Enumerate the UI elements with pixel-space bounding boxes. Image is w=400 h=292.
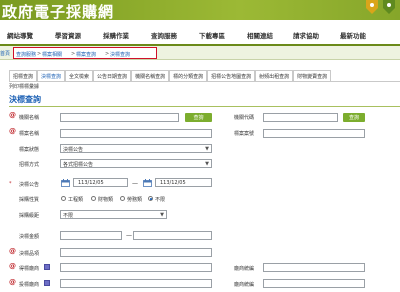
at-icon: @	[9, 111, 16, 119]
breadcrumb-item[interactable]: 查詢服務	[16, 51, 36, 58]
chevron-down-icon: ▼	[205, 146, 209, 152]
breadcrumb-home[interactable]: 首頁	[0, 50, 10, 57]
announce-date-label: 決標公告	[19, 182, 40, 188]
tab-print[interactable]: 列印標標彙據	[9, 82, 43, 90]
nav-item-learning[interactable]: 學習資源	[55, 30, 81, 40]
tab-award-query[interactable]: 決標查詢	[37, 70, 66, 81]
agency-code-input[interactable]	[263, 113, 338, 122]
nav-item-help[interactable]: 請求協助	[293, 30, 319, 40]
section-divider	[9, 106, 400, 107]
winner-id-input[interactable]	[263, 263, 365, 272]
nature-label: 採購性質	[19, 197, 40, 203]
required-icon: *	[9, 181, 12, 187]
amount-max-input[interactable]	[133, 231, 212, 240]
vendor-lookup-icon[interactable]	[44, 280, 50, 286]
site-banner: 政府電子採購網	[0, 0, 400, 22]
radio-any[interactable]	[148, 196, 153, 201]
winner-id-label: 廠商統編	[234, 266, 255, 272]
section-title: 決標查詢	[9, 95, 41, 104]
winner-input[interactable]	[60, 263, 212, 272]
nav-item-site-guide[interactable]: 網站導覽	[7, 30, 33, 40]
agency-name-label: 機關名稱	[19, 115, 40, 121]
agency-code-label: 機關代碼	[234, 115, 255, 121]
amount-min-input[interactable]	[60, 231, 122, 240]
bidder-label: 投標廠商	[19, 282, 40, 288]
at-icon: @	[9, 262, 16, 270]
winner-label: 得標廠商	[19, 266, 40, 272]
item-label: 決標品項	[19, 251, 40, 257]
at-icon: @	[9, 247, 16, 255]
at-icon: @	[9, 278, 16, 286]
agency-name-input[interactable]	[60, 113, 179, 122]
radio-service[interactable]	[120, 196, 125, 201]
chevron-down-icon: ▼	[205, 161, 209, 167]
calendar-icon[interactable]	[61, 179, 70, 187]
tab-property-sale-query[interactable]: 財物變賣查詢	[293, 70, 332, 81]
tender-status-select[interactable]: 決標公告 ▼	[60, 144, 212, 153]
amount-label: 決標金額	[19, 234, 40, 240]
breadcrumb-item[interactable]: 標案查詢	[76, 51, 96, 58]
bidder-id-label: 廠商統編	[234, 282, 255, 288]
tab-fulltext[interactable]: 全文檢索	[65, 70, 94, 81]
breadcrumb-path: 查詢服務 > 標案相關 > 標案查詢 > 決標查詢	[13, 47, 157, 59]
main-nav: 網站導覽 學習資源 採購作業 查詢服務 下載專區 相關連結 請求協助 最新功能	[0, 20, 400, 46]
member-badge-icon[interactable]	[383, 0, 395, 14]
breadcrumb: 首頁 查詢服務 > 標案相關 > 標案查詢 > 決標查詢	[0, 46, 400, 60]
site-title[interactable]: 政府電子採購網	[2, 1, 114, 22]
tender-no-label: 標案案號	[234, 131, 255, 137]
breadcrumb-item-current[interactable]: 決標查詢	[110, 51, 130, 58]
tender-name-label: 標案名稱	[19, 131, 40, 137]
scale-select[interactable]: 不限 ▼	[60, 210, 167, 219]
chevron-down-icon: ▼	[160, 212, 164, 218]
breadcrumb-item[interactable]: 標案相關	[42, 51, 62, 58]
item-input[interactable]	[60, 248, 212, 257]
bidder-input[interactable]	[60, 279, 212, 288]
tender-no-input[interactable]	[263, 129, 365, 138]
tab-date-query[interactable]: 公告日期查詢	[93, 70, 132, 81]
method-select[interactable]: 各式招標公告 ▼	[60, 159, 212, 168]
tender-status-label: 標案狀態	[19, 147, 40, 153]
query-tabs: 招標查詢 決標查詢 全文檢索 公告日期查詢 機關名稱查詢 標的分類查詢 招標公告…	[9, 70, 332, 81]
tender-name-input[interactable]	[60, 129, 212, 138]
scale-label: 採購級距	[19, 213, 40, 219]
tab-map-query[interactable]: 招標公告地圖查詢	[207, 70, 256, 81]
announce-date-from[interactable]: 113/12/05	[73, 178, 128, 187]
tab-agency-query[interactable]: 機關名稱查詢	[131, 70, 170, 81]
amount-range-dash: —	[126, 232, 132, 239]
date-range-dash: —	[132, 180, 138, 187]
radio-engineering[interactable]	[61, 196, 66, 201]
calendar-icon[interactable]	[143, 179, 152, 187]
login-badge-icon[interactable]	[366, 0, 378, 14]
method-label: 招標方式	[19, 162, 40, 168]
tab-tender-query[interactable]: 招標查詢	[9, 70, 38, 81]
nav-item-query[interactable]: 查詢服務	[151, 30, 177, 40]
nav-item-links[interactable]: 相關連結	[247, 30, 273, 40]
nav-item-procurement[interactable]: 採購作業	[103, 30, 129, 40]
radio-property[interactable]	[91, 196, 96, 201]
query-tabs-row2: 列印標標彙據	[9, 82, 43, 93]
code-search-button[interactable]: 查詢	[343, 113, 365, 122]
announce-date-to[interactable]: 113/12/05	[155, 178, 212, 187]
tab-category-query[interactable]: 標的分類查詢	[169, 70, 208, 81]
nav-item-download[interactable]: 下載專區	[199, 30, 225, 40]
nav-item-new-features[interactable]: 最新功能	[340, 30, 366, 40]
tab-rf-rental-query[interactable]: 射頻出租查詢	[255, 70, 294, 81]
tabs-divider	[9, 81, 400, 82]
bidder-id-input[interactable]	[263, 279, 365, 288]
vendor-lookup-icon[interactable]	[44, 264, 50, 270]
agency-search-button[interactable]: 查詢	[185, 113, 212, 122]
at-icon: @	[9, 127, 16, 135]
